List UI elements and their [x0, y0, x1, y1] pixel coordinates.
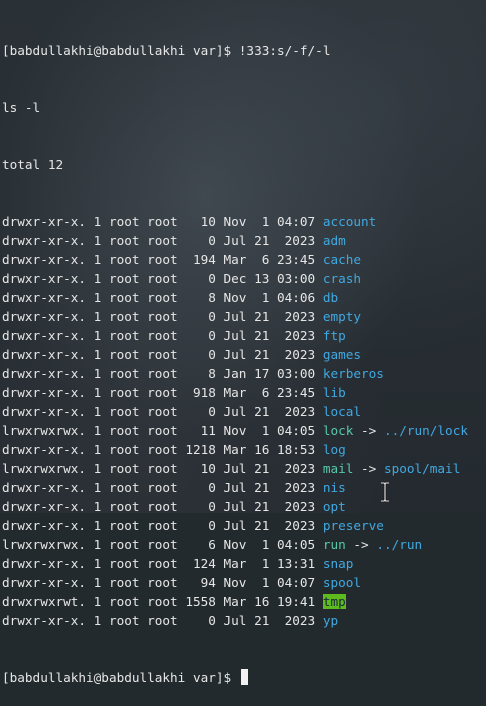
listing-row: drwxr-xr-x. 1 root root 0 Jul 21 2023 ga… — [2, 345, 484, 364]
entry-metadata: drwxr-xr-x. 1 root root 1218 Mar 16 18:5… — [2, 442, 323, 457]
entry-metadata: drwxr-xr-x. 1 root root 918 Mar 6 23:45 — [2, 385, 323, 400]
listing-row: drwxr-xr-x. 1 root root 1218 Mar 16 18:5… — [2, 440, 484, 459]
entry-metadata: drwxr-xr-x. 1 root root 8 Nov 1 04:06 — [2, 290, 323, 305]
listing-row: drwxr-xr-x. 1 root root 94 Nov 1 04:07 s… — [2, 573, 484, 592]
listing-row: drwxr-xr-x. 1 root root 124 Mar 1 13:31 … — [2, 554, 484, 573]
entry-name: db — [322, 290, 339, 305]
entry-metadata: drwxr-xr-x. 1 root root 94 Nov 1 04:07 — [2, 575, 323, 590]
entry-metadata: drwxr-xr-x. 1 root root 124 Mar 1 13:31 — [2, 556, 323, 571]
entry-name: mail — [322, 461, 354, 476]
terminal-output[interactable]: [babdullakhi@babdullakhi var]$ !333:s/-f… — [2, 3, 484, 685]
entry-name: adm — [322, 233, 346, 248]
entry-name: games — [322, 347, 362, 362]
active-prompt-line[interactable]: [babdullakhi@babdullakhi var]$ — [2, 668, 484, 687]
listing-row: drwxr-xr-x. 1 root root 0 Jul 21 2023 op… — [2, 497, 484, 516]
entry-name: preserve — [322, 518, 384, 533]
typed-command: !333:s/-f/-l — [238, 43, 331, 58]
entry-metadata: drwxr-xr-x. 1 root root 0 Jul 21 2023 — [2, 613, 323, 628]
listing-row: drwxr-xr-x. 1 root root 194 Mar 6 23:45 … — [2, 250, 484, 269]
entry-metadata: drwxr-xr-x. 1 root root 0 Jul 21 2023 — [2, 347, 323, 362]
entry-name: log — [322, 442, 346, 457]
entry-metadata: drwxr-xr-x. 1 root root 0 Dec 13 03:00 — [2, 271, 323, 286]
entry-metadata: drwxr-xr-x. 1 root root 8 Jan 17 03:00 — [2, 366, 323, 381]
directory-listing: drwxr-xr-x. 1 root root 10 Nov 1 04:07 a… — [2, 212, 484, 630]
entry-name: opt — [322, 499, 346, 514]
entry-name: local — [322, 404, 362, 419]
entry-name: yp — [322, 613, 339, 628]
listing-row: drwxr-xr-x. 1 root root 0 Jul 21 2023 yp — [2, 611, 484, 630]
entry-metadata: drwxr-xr-x. 1 root root 0 Jul 21 2023 — [2, 309, 323, 324]
entry-metadata: drwxr-xr-x. 1 root root 0 Jul 21 2023 — [2, 480, 323, 495]
entry-name: kerberos — [322, 366, 384, 381]
entry-metadata: drwxr-xr-x. 1 root root 0 Jul 21 2023 — [2, 328, 323, 343]
entry-name: empty — [322, 309, 362, 324]
entry-metadata: drwxrwxrwt. 1 root root 1558 Mar 16 19:4… — [2, 594, 323, 609]
entry-name: snap — [322, 556, 354, 571]
entry-name: account — [322, 214, 377, 229]
listing-row: drwxr-xr-x. 1 root root 8 Jan 17 03:00 k… — [2, 364, 484, 383]
entry-metadata: drwxr-xr-x. 1 root root 194 Mar 6 23:45 — [2, 252, 323, 267]
total-line: total 12 — [2, 157, 64, 172]
entry-metadata: lrwxrwxrwx. 1 root root 10 Jul 21 2023 — [2, 461, 323, 476]
listing-row: lrwxrwxrwx. 1 root root 11 Nov 1 04:05 l… — [2, 421, 484, 440]
entry-name: lock — [322, 423, 354, 438]
command-line: [babdullakhi@babdullakhi var]$ !333:s/-f… — [2, 41, 484, 60]
entry-name: tmp — [322, 594, 346, 609]
shell-prompt: [babdullakhi@babdullakhi var]$ — [2, 670, 239, 685]
symlink-target: spool/mail — [383, 461, 461, 476]
symlink-target: ../run/lock — [383, 423, 468, 438]
listing-row: drwxr-xr-x. 1 root root 10 Nov 1 04:07 a… — [2, 212, 484, 231]
symlink-arrow: -> — [345, 537, 377, 552]
i-beam-cursor-icon — [381, 482, 389, 502]
entry-metadata: drwxr-xr-x. 1 root root 10 Nov 1 04:07 — [2, 214, 323, 229]
listing-row: drwxr-xr-x. 1 root root 0 Jul 21 2023 pr… — [2, 516, 484, 535]
expanded-command: ls -l — [2, 100, 41, 115]
entry-name: crash — [322, 271, 362, 286]
entry-name: ftp — [322, 328, 346, 343]
listing-row: lrwxrwxrwx. 1 root root 10 Jul 21 2023 m… — [2, 459, 484, 478]
listing-row: drwxr-xr-x. 1 root root 918 Mar 6 23:45 … — [2, 383, 484, 402]
symlink-arrow: -> — [353, 461, 384, 476]
entry-metadata: lrwxrwxrwx. 1 root root 11 Nov 1 04:05 — [2, 423, 323, 438]
entry-name: cache — [322, 252, 362, 267]
listing-row: drwxr-xr-x. 1 root root 0 Jul 21 2023 ni… — [2, 478, 484, 497]
entry-metadata: lrwxrwxrwx. 1 root root 6 Nov 1 04:05 — [2, 537, 323, 552]
entry-metadata: drwxr-xr-x. 1 root root 0 Jul 21 2023 — [2, 518, 323, 533]
listing-row: drwxr-xr-x. 1 root root 0 Dec 13 03:00 c… — [2, 269, 484, 288]
entry-name: run — [322, 537, 346, 552]
listing-row: drwxr-xr-x. 1 root root 0 Jul 21 2023 ad… — [2, 231, 484, 250]
listing-row: lrwxrwxrwx. 1 root root 6 Nov 1 04:05 ru… — [2, 535, 484, 554]
shell-prompt: [babdullakhi@babdullakhi var]$ — [2, 43, 239, 58]
entry-metadata: drwxr-xr-x. 1 root root 0 Jul 21 2023 — [2, 404, 323, 419]
entry-name: spool — [322, 575, 362, 590]
entry-metadata: drwxr-xr-x. 1 root root 0 Jul 21 2023 — [2, 233, 323, 248]
listing-row: drwxr-xr-x. 1 root root 0 Jul 21 2023 lo… — [2, 402, 484, 421]
block-cursor-icon — [240, 669, 248, 685]
listing-row: drwxrwxrwt. 1 root root 1558 Mar 16 19:4… — [2, 592, 484, 611]
symlink-arrow: -> — [353, 423, 384, 438]
entry-metadata: drwxr-xr-x. 1 root root 0 Jul 21 2023 — [2, 499, 323, 514]
entry-name: nis — [322, 480, 346, 495]
listing-row: drwxr-xr-x. 1 root root 0 Jul 21 2023 em… — [2, 307, 484, 326]
entry-name: lib — [322, 385, 346, 400]
listing-row: drwxr-xr-x. 1 root root 8 Nov 1 04:06 db — [2, 288, 484, 307]
listing-row: drwxr-xr-x. 1 root root 0 Jul 21 2023 ft… — [2, 326, 484, 345]
symlink-target: ../run — [376, 537, 423, 552]
